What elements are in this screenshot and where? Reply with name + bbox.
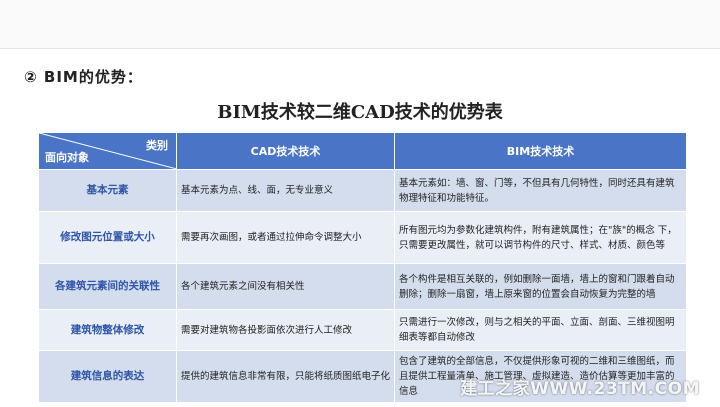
slide-header-band [0, 0, 720, 49]
bim-cell: 各个构件是相互关联的，例如删除一面墙，墙上的窗和门跟着自动删除；删除一扇窗，墙上… [394, 263, 687, 310]
corner-object-label: 面向对象 [45, 151, 89, 164]
table-row: 各建筑元素间的关联性 各个建筑元素之间没有相关性 各个构件是相互关联的，例如删除… [38, 263, 687, 310]
table-row: 基本元素 基本元素为点、线、面，无专业意义 基本元素如：墙、窗、门等，不但具有几… [38, 169, 687, 212]
row-label: 建筑物整体修改 [38, 309, 177, 351]
header-cad: CAD技术技术 [176, 132, 395, 170]
cad-cell: 基本元素为点、线、面，无专业意义 [176, 169, 395, 212]
bim-cell: 基本元素如：墙、窗、门等，不但具有几何特性，同时还具有建筑物理特征和功能特征。 [394, 169, 687, 212]
corner-category-label: 类别 [146, 139, 168, 152]
table-row: 建筑物整体修改 需要对建筑物各投影面依次进行人工修改 只需进行一次修改，则与之相… [38, 309, 687, 351]
slide-page: ② BIM的优势： BIM技术较二维CAD技术的优势表 类别 面向对象 CAD技… [0, 0, 720, 407]
header-bim: BIM技术技术 [394, 132, 687, 170]
row-label: 各建筑元素间的关联性 [38, 263, 177, 310]
section-heading: ② BIM的优势： [24, 68, 143, 86]
cad-cell: 提供的建筑信息非常有限，只能将纸质图纸电子化 [176, 350, 395, 403]
table-header-row: 类别 面向对象 CAD技术技术 BIM技术技术 [38, 132, 687, 170]
corner-header-cell: 类别 面向对象 [38, 132, 177, 170]
bim-cell: 所有图元均为参数化建筑构件，附有建筑属性；在"族"的概念 下，只需要更改属性，就… [394, 211, 687, 264]
cad-cell: 需要再次画图，或者通过拉伸命令调整大小 [176, 211, 395, 264]
row-label: 修改图元位置或大小 [38, 211, 177, 264]
comparison-table: 类别 面向对象 CAD技术技术 BIM技术技术 基本元素 基本元素为点、线、面，… [38, 132, 687, 403]
bim-cell: 只需进行一次修改，则与之相关的平面、立面、剖面、三维视图明细表等都自动修改 [394, 309, 687, 351]
cad-cell: 各个建筑元素之间没有相关性 [176, 263, 395, 310]
row-label: 建筑信息的表达 [38, 350, 177, 403]
row-label: 基本元素 [38, 169, 177, 212]
table-title: BIM技术较二维CAD技术的优势表 [217, 102, 503, 123]
table-row: 修改图元位置或大小 需要再次画图，或者通过拉伸命令调整大小 所有图元均为参数化建… [38, 211, 687, 264]
watermark-text: 建工之家WWW.23TM.COM [460, 379, 700, 399]
cad-cell: 需要对建筑物各投影面依次进行人工修改 [176, 309, 395, 351]
